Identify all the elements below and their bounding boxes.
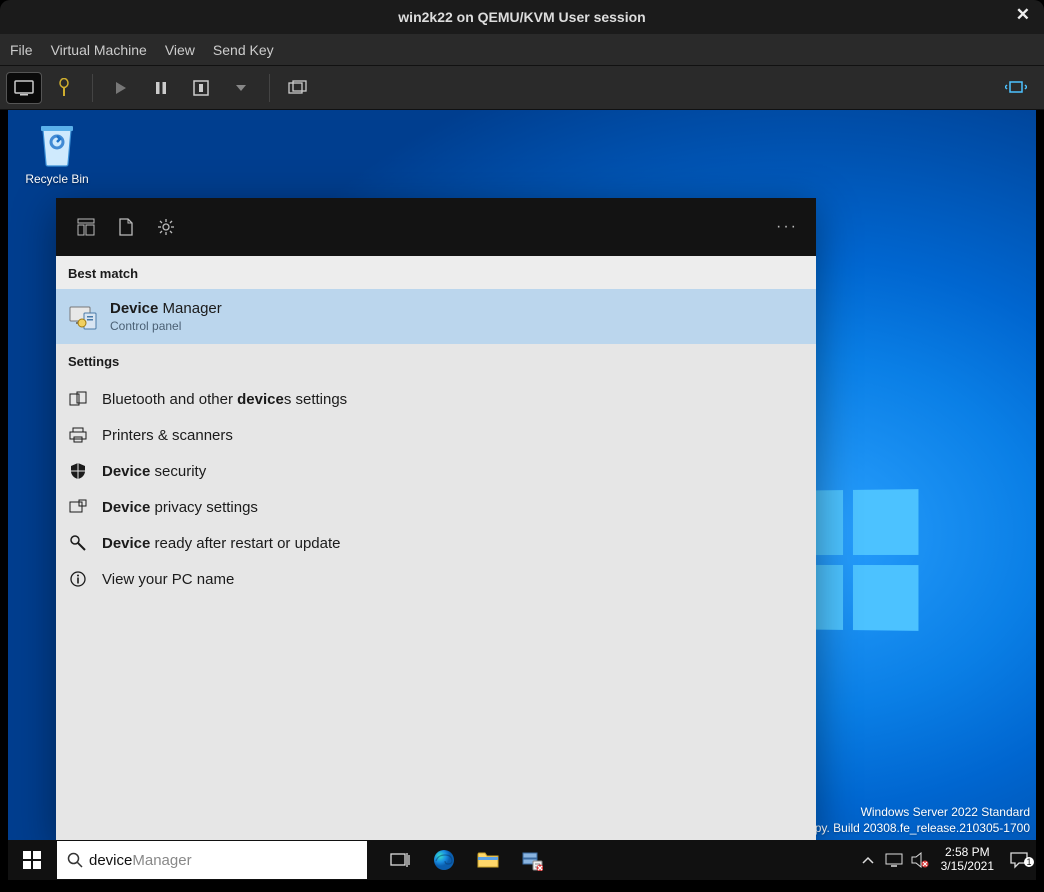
info-icon [68,569,88,589]
vm-menu-send-key[interactable]: Send Key [213,42,274,58]
result-label: View your PC name [102,571,234,588]
build-watermark: Windows Server 2022 Standard copy. Build… [802,804,1030,836]
tray-overflow-button[interactable] [855,840,881,880]
vm-pause-button[interactable] [143,72,179,104]
search-suggestion-text: Manager [132,852,191,869]
vm-menu-file[interactable]: File [10,42,33,58]
recycle-bin-icon [36,122,78,168]
result-label: Device privacy settings [102,499,258,516]
taskbar-search-box[interactable]: device Manager [57,841,367,879]
vm-window-title: win2k22 on QEMU/KVM User session [398,9,645,25]
vm-play-button[interactable] [103,72,139,104]
desktop-wallpaper[interactable]: Recycle Bin Windows Server 2022 Standard… [8,110,1036,880]
settings-section-label: Settings [56,344,816,377]
result-label: Bluetooth and other devices settings [102,391,347,408]
taskbar-server-manager-icon[interactable] [511,840,553,880]
result-printers-scanners[interactable]: Printers & scanners [56,417,816,453]
start-search-panel: ··· Best match Device Manager Control pa… [56,198,816,842]
bluetooth-devices-icon [68,389,88,409]
vm-close-button[interactable]: ✕ [1016,5,1030,25]
result-device-privacy[interactable]: Device privacy settings [56,489,816,525]
vm-toolbar [0,66,1044,110]
tray-display-icon[interactable] [881,840,907,880]
shield-icon [68,461,88,481]
best-match-label: Best match [56,256,816,289]
search-icon [67,852,83,868]
device-manager-icon [68,302,98,332]
vm-menubar: File Virtual Machine View Send Key [0,34,1044,66]
result-view-pc-name[interactable]: View your PC name [56,561,816,597]
result-label: Device security [102,463,206,480]
vm-shutdown-dropdown[interactable] [223,72,259,104]
best-match-title: Device Manager [110,300,222,317]
action-center-button[interactable]: 1 [1002,851,1036,869]
taskbar-edge-icon[interactable] [423,840,465,880]
action-center-badge: 1 [1024,857,1034,867]
vm-snapshots-button[interactable] [280,72,316,104]
result-label: Device ready after restart or update [102,535,340,552]
result-device-ready-after-restart[interactable]: Device ready after restart or update [56,525,816,561]
start-search-header: ··· [56,198,816,256]
task-view-button[interactable] [379,840,421,880]
taskbar: device Manager [8,840,1036,880]
wrench-icon [68,533,88,553]
taskbar-clock[interactable]: 2:58 PM 3/15/2021 [933,846,1002,874]
settings-results-list: Bluetooth and other devices settings Pri… [56,377,816,597]
vm-fullscreen-button[interactable] [998,72,1034,104]
privacy-icon [68,497,88,517]
tray-volume-icon[interactable] [907,840,933,880]
search-scope-settings-icon[interactable] [146,207,186,247]
result-device-security[interactable]: Device security [56,453,816,489]
vm-info-button[interactable] [46,72,82,104]
vm-console-button[interactable] [6,72,42,104]
search-scope-all-icon[interactable] [66,207,106,247]
windows-start-icon [23,851,41,869]
search-typed-text: device [89,852,132,869]
search-more-button[interactable]: ··· [776,218,798,236]
taskbar-file-explorer-icon[interactable] [467,840,509,880]
vm-menu-virtual-machine[interactable]: Virtual Machine [51,42,147,58]
recycle-bin-label: Recycle Bin [22,172,92,186]
printer-icon [68,425,88,445]
start-button[interactable] [8,840,56,880]
system-tray: 2:58 PM 3/15/2021 1 [855,840,1036,880]
recycle-bin-desktop-icon[interactable]: Recycle Bin [22,122,92,186]
result-label: Printers & scanners [102,427,233,444]
result-bluetooth-settings[interactable]: Bluetooth and other devices settings [56,381,816,417]
guest-desktop: Recycle Bin Windows Server 2022 Standard… [8,110,1036,880]
search-scope-documents-icon[interactable] [106,207,146,247]
vm-shutdown-button[interactable] [183,72,219,104]
vm-menu-view[interactable]: View [165,42,195,58]
vm-titlebar: win2k22 on QEMU/KVM User session ✕ [0,0,1044,34]
best-match-subtitle: Control panel [110,319,222,333]
best-match-result[interactable]: Device Manager Control panel [56,289,816,344]
